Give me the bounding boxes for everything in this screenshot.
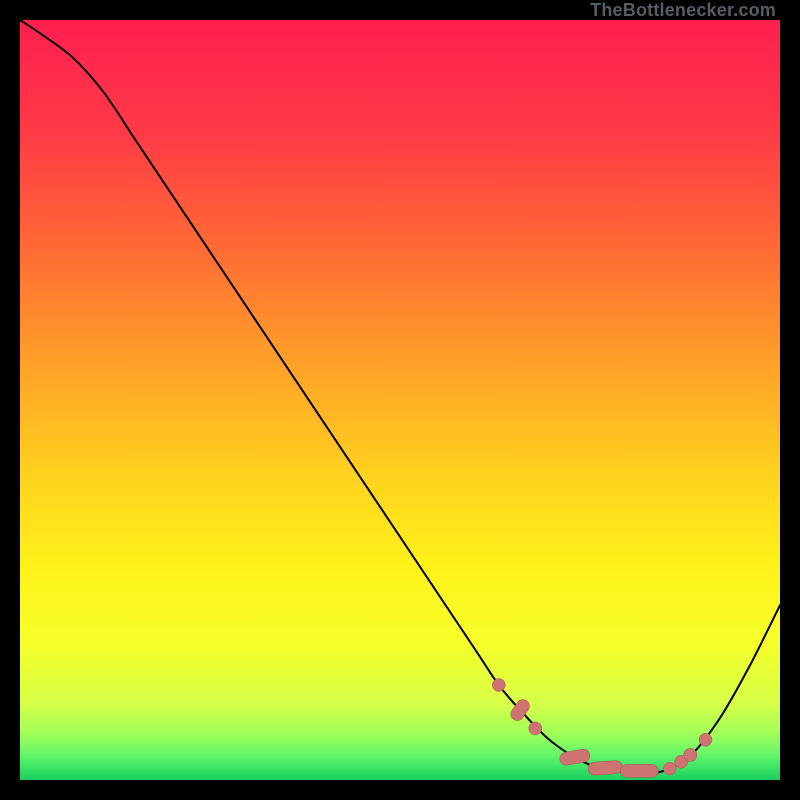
threshold-markers bbox=[492, 679, 712, 778]
marker-dot bbox=[663, 762, 676, 775]
plot-area bbox=[20, 20, 780, 780]
marker-dot bbox=[699, 733, 712, 746]
attribution-label: TheBottlenecker.com bbox=[590, 0, 776, 21]
bottleneck-curve bbox=[20, 20, 780, 774]
curve-layer bbox=[20, 20, 780, 780]
marker-capsule bbox=[620, 764, 658, 777]
marker-dot bbox=[529, 722, 542, 735]
marker-dot bbox=[492, 679, 505, 692]
marker-capsule bbox=[588, 760, 623, 775]
